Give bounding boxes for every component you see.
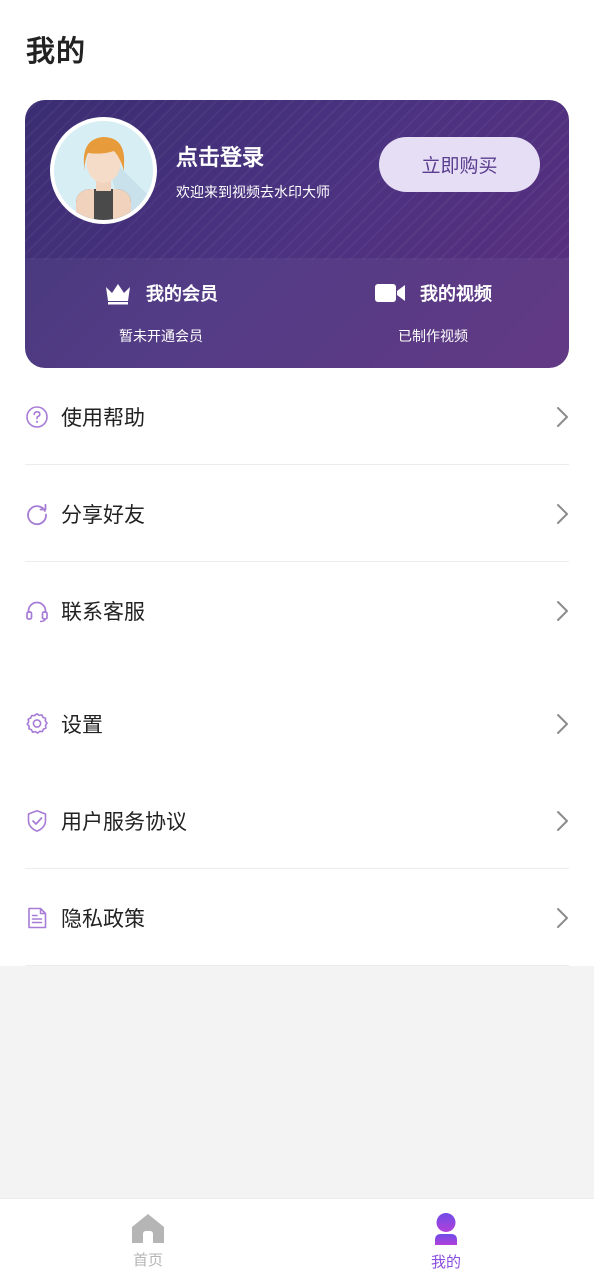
- stat-membership[interactable]: 我的会员 暂未开通会员: [25, 278, 297, 346]
- profile-card: 点击登录 欢迎来到视频去水印大师 立即购买 我的会员 暂未开通会员 我的视频 已…: [25, 100, 569, 368]
- nav-tab-profile[interactable]: 我的: [406, 1213, 486, 1272]
- menu-item-settings[interactable]: 设置: [0, 675, 594, 772]
- login-prompt[interactable]: 点击登录: [176, 140, 264, 172]
- welcome-text: 欢迎来到视频去水印大师: [176, 185, 330, 201]
- chevron-right-icon: [557, 503, 568, 524]
- stat-videos[interactable]: 我的视频 已制作视频: [297, 278, 569, 346]
- stat-membership-sub: 暂未开通会员: [119, 329, 203, 345]
- menu-item-customer-service[interactable]: 联系客服: [0, 562, 594, 659]
- nav-tab-label: 首页: [132, 1251, 163, 1269]
- menu-item-user-agreement[interactable]: 用户服务协议: [0, 772, 594, 869]
- chevron-right-icon: [557, 907, 568, 928]
- chevron-right-icon: [557, 713, 568, 734]
- page-title: 我的: [26, 34, 87, 68]
- stat-videos-label: 我的视频: [420, 284, 492, 305]
- shield-check-icon: [25, 809, 49, 833]
- share-refresh-icon: [25, 502, 49, 526]
- menu-item-label: 分享好友: [61, 502, 145, 527]
- nav-tab-label: 我的: [430, 1253, 461, 1271]
- menu-item-label: 使用帮助: [61, 405, 145, 430]
- buy-now-button[interactable]: 立即购买: [379, 137, 540, 192]
- menu-item-privacy-policy[interactable]: 隐私政策: [0, 869, 594, 966]
- video-camera-icon: [375, 284, 405, 302]
- avatar[interactable]: [50, 117, 157, 224]
- headset-icon: [25, 599, 49, 623]
- menu-item-label: 用户服务协议: [61, 809, 187, 834]
- stat-membership-label: 我的会员: [146, 284, 218, 305]
- chevron-right-icon: [557, 406, 568, 427]
- chevron-right-icon: [557, 600, 568, 621]
- crown-icon: [106, 284, 130, 305]
- chevron-right-icon: [557, 810, 568, 831]
- bottom-nav: 首页 我的: [0, 1198, 594, 1280]
- stat-videos-sub: 已制作视频: [398, 329, 468, 345]
- home-icon: [132, 1214, 164, 1243]
- menu-group-primary: 使用帮助 分享好友 联系客服: [0, 368, 594, 659]
- gear-icon: [25, 712, 49, 736]
- help-circle-icon: [25, 405, 49, 429]
- menu-item-label: 联系客服: [61, 599, 145, 624]
- document-icon: [25, 906, 49, 930]
- menu-item-label: 隐私政策: [61, 906, 145, 931]
- menu-item-help[interactable]: 使用帮助: [0, 368, 594, 465]
- menu-group-secondary: 设置 用户服务协议 隐私政策: [0, 675, 594, 966]
- divider: [25, 965, 569, 966]
- menu-item-label: 设置: [61, 712, 103, 737]
- nav-tab-home[interactable]: 首页: [108, 1213, 188, 1270]
- default-avatar-icon: [54, 121, 153, 220]
- user-icon: [435, 1213, 457, 1245]
- menu-item-share[interactable]: 分享好友: [0, 465, 594, 562]
